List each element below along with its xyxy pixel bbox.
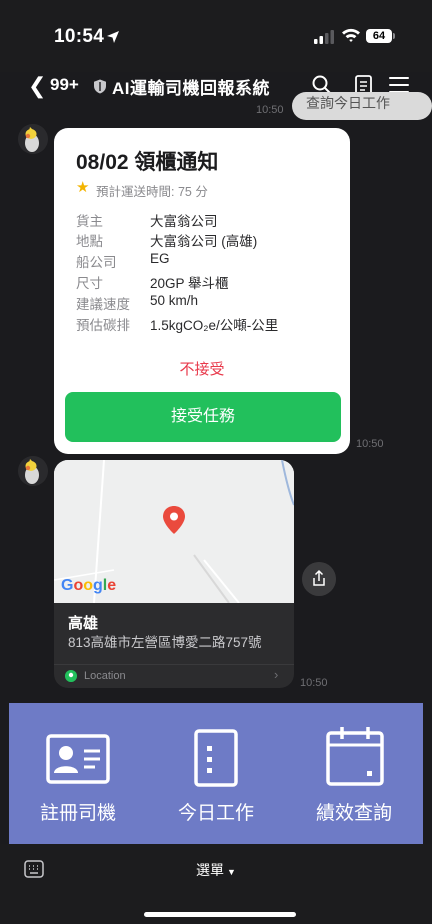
google-logo: Google <box>61 577 117 594</box>
location-address: 813高雄市左營區博愛二路757號 <box>68 635 262 650</box>
accept-task-button[interactable]: 接受任務 <box>65 392 341 442</box>
rich-menu-label: 今日工作 <box>177 803 254 824</box>
share-icon[interactable] <box>302 562 336 596</box>
location-icon <box>65 670 77 682</box>
field-value-shipper: 大富翁公司 <box>150 214 218 229</box>
menu-toggle[interactable]: 選單 ▼ <box>0 860 432 880</box>
location-name: 高雄 <box>68 615 99 632</box>
menu-toggle-label[interactable]: 選單 <box>196 862 224 878</box>
shield-icon <box>94 79 106 94</box>
calendar-icon <box>326 727 384 786</box>
home-indicator <box>144 912 296 917</box>
field-label-shipping-line: 船公司 <box>76 255 117 270</box>
message-time: 10:50 <box>356 438 384 450</box>
field-label-speed: 建議速度 <box>76 297 130 312</box>
field-label-emission: 預估碳排 <box>76 318 130 333</box>
map-pin-icon <box>163 506 185 534</box>
signal-icon <box>314 30 334 44</box>
status-time: 10:54 <box>54 26 105 47</box>
card-divider <box>54 664 294 665</box>
rich-menu-label: 註冊司機 <box>39 803 116 824</box>
rich-menu-label: 績效查詢 <box>315 803 392 824</box>
card-title: 08/02 領櫃通知 <box>76 151 219 174</box>
caret-down-icon: ▼ <box>227 867 236 877</box>
chevron-right-icon[interactable]: › <box>274 667 278 682</box>
location-arrow-icon <box>107 31 119 43</box>
battery-indicator: 64 <box>366 29 392 43</box>
id-card-icon <box>46 734 110 784</box>
field-value-speed: 50 km/h <box>150 293 199 308</box>
bot-avatar[interactable] <box>18 456 48 486</box>
sent-message-bubble[interactable]: 查詢今日工作 <box>292 92 432 120</box>
wifi-icon <box>342 28 360 42</box>
field-label-size: 尺寸 <box>76 276 103 291</box>
field-value-shipping-line: EG <box>150 251 170 266</box>
field-label-shipper: 貨主 <box>76 214 103 229</box>
message-time: 10:50 <box>256 104 284 116</box>
field-value-location: 大富翁公司 (高雄) <box>150 234 258 249</box>
back-unread-count[interactable]: 99+ <box>50 75 79 95</box>
back-chevron-icon[interactable]: ❮ <box>28 73 46 99</box>
field-value-emission: 1.5kgCO₂e/公噸-公里 <box>150 318 279 333</box>
decline-button[interactable]: 不接受 <box>54 358 350 379</box>
document-list-icon <box>194 729 238 787</box>
location-label: Location <box>84 670 126 682</box>
chat-title: AI運輸司機回報系統 <box>112 79 270 98</box>
bot-avatar[interactable] <box>18 124 48 154</box>
location-message-card[interactable] <box>54 460 294 688</box>
field-label-location: 地點 <box>76 234 103 249</box>
field-value-size: 20GP 舉斗櫃 <box>150 276 229 291</box>
star-icon: ★ <box>76 179 90 196</box>
message-time: 10:50 <box>300 677 328 689</box>
estimated-time: 預計運送時間: 75 分 <box>96 185 208 199</box>
